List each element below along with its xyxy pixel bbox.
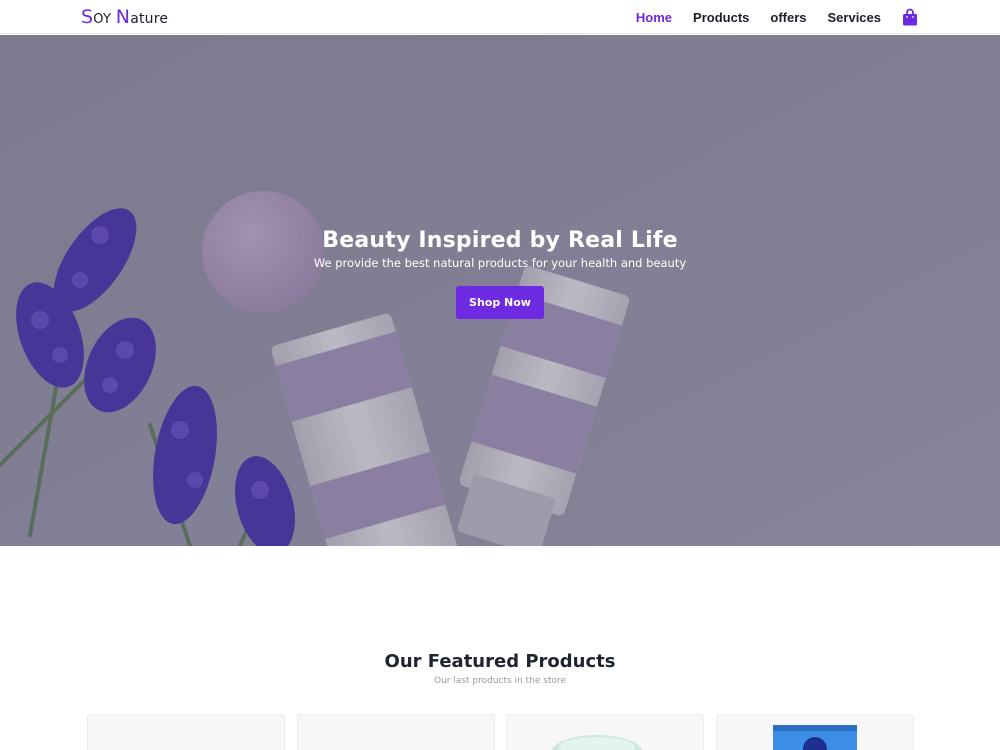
main-nav: Home Products offers Services (615, 0, 918, 34)
product-image-cream-jar (551, 735, 643, 750)
hero-title: Beauty Inspired by Real Life (322, 228, 678, 253)
featured-subtitle: Our last products in the store (433, 676, 567, 686)
logo-text-oy: OY (93, 12, 112, 27)
nav-offers[interactable]: offers (770, 10, 806, 25)
product-card[interactable] (297, 714, 495, 750)
hero-subtitle: We provide the best natural products for… (313, 256, 687, 270)
product-card[interactable] (506, 714, 704, 750)
logo-letter-n: N (115, 6, 131, 28)
shopping-bag-icon[interactable] (902, 8, 918, 26)
nav-products[interactable]: Products (693, 10, 749, 25)
product-card[interactable] (87, 714, 285, 750)
nav-home[interactable]: Home (636, 10, 672, 25)
logo-letter-s: S (81, 6, 94, 28)
shop-now-button[interactable]: Shop Now (456, 286, 544, 319)
product-image-blue-tube (773, 725, 857, 750)
product-card[interactable] (716, 714, 914, 750)
logo-text-ature: ature (130, 11, 169, 27)
brand-logo[interactable]: SOY Nature (81, 6, 168, 28)
site-header: SOY Nature Home Products offers Services (0, 0, 1000, 34)
nav-services[interactable]: Services (828, 10, 882, 25)
hero-section: Beauty Inspired by Real Life We provide … (0, 35, 1000, 546)
featured-title: Our Featured Products (384, 651, 616, 672)
